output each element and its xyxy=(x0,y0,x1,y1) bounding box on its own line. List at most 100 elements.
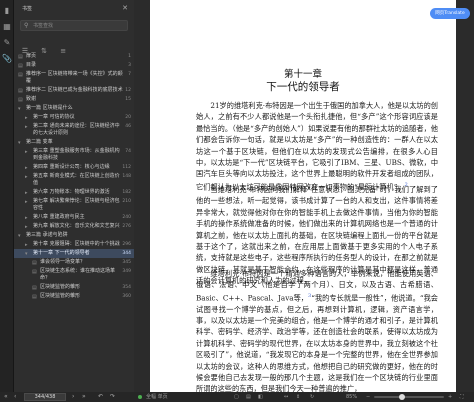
toc-item-label: 第十章 克服阻碍：区块链中的十个挑战 xyxy=(33,241,120,247)
toc-item-page: 354 xyxy=(122,285,131,290)
toc-item[interactable]: ▸ 第九章 解放文化：音乐文化和文艺复兴 276 xyxy=(14,222,134,231)
doc-icon: ▤ xyxy=(18,63,23,69)
page-navigation: « ‹ 344/438 › » ↶ ↷ xyxy=(0,392,134,402)
bookmark-search-input[interactable] xyxy=(33,21,125,30)
chevron-right-icon[interactable]: ▸ xyxy=(25,149,28,156)
status-bar: 全幅 单页 ▢ ▤ ◧ ↔ ⇕ ↻ 85% − + ⛶ xyxy=(134,392,474,402)
zoom-in-icon[interactable]: + xyxy=(448,393,452,401)
zoom-slider[interactable] xyxy=(374,394,444,400)
continuous-page-icon[interactable]: ▤ xyxy=(246,393,251,401)
fit-width-icon[interactable]: ↔ xyxy=(284,393,288,401)
bookmark-sidebar: 书签 ✕ ⚲ ☰ ⇅ ≡ ▤扉页1▤目录3▤推荐序一 区块链将带来一场《失控》式… xyxy=(14,0,134,392)
chevron-right-icon[interactable]: ▸ xyxy=(25,190,28,197)
toc-item-page: 15 xyxy=(125,97,131,102)
toc-item[interactable]: ▤ 区块链生态系统：谁在推动这场革命？ 349 xyxy=(14,267,134,283)
toc-item[interactable]: ▾ 第二篇 变革 xyxy=(14,138,134,147)
toc-item[interactable]: ▾ 第一篇 区块链是什么 xyxy=(14,104,134,113)
next-page-icon[interactable]: › xyxy=(72,393,74,401)
toc-item-page: 360 xyxy=(122,294,131,299)
zoom-level: 85% xyxy=(346,394,358,400)
back-icon[interactable]: ↶ xyxy=(98,393,103,401)
toc-item[interactable]: ▸ 第二章 通向未来的途径：区块链经济中的七大设计原则 46 xyxy=(14,122,134,138)
bookmark-search: ⚲ xyxy=(20,20,128,31)
fit-page-icon[interactable]: ⇕ xyxy=(296,393,300,401)
toc-item[interactable]: ▤ 扉页 1 xyxy=(14,52,134,61)
chevron-right-icon[interactable]: ▸ xyxy=(25,165,28,172)
toc-item-page: 240 xyxy=(122,215,131,220)
attachment-icon[interactable]: 📎 xyxy=(2,54,12,64)
toc-item[interactable]: ▾ 第三篇 承诺与陷阱 xyxy=(14,231,134,240)
toc-item-label: 目录 xyxy=(26,62,37,68)
bookmark-icon[interactable]: ▮ xyxy=(2,6,12,16)
toc-item-label: 第二篇 变革 xyxy=(26,139,53,145)
doc-icon: ▤ xyxy=(32,294,37,300)
rotate-icon[interactable]: ↻ xyxy=(310,393,314,401)
toc-item[interactable]: ▤ 致谢 15 xyxy=(14,95,134,104)
fullscreen-icon[interactable]: ⛶ xyxy=(460,393,464,401)
chapter-number: 第十一章 xyxy=(283,69,322,80)
chevron-down-icon[interactable]: ▾ xyxy=(25,251,28,258)
chevron-down-icon[interactable]: ▾ xyxy=(18,140,21,147)
toc-item[interactable]: ▾ 第十一章 下一代的领导者 344 xyxy=(14,249,134,258)
chevron-right-icon[interactable]: ▸ xyxy=(25,224,28,231)
toc-item[interactable]: ▸ 第八章 重建政府与民主 240 xyxy=(14,213,134,222)
doc-icon: ▤ xyxy=(18,54,23,60)
zoom-out-icon[interactable]: − xyxy=(366,393,370,401)
toc-item[interactable]: ▤ 谁会领导一场变革？ 345 xyxy=(14,258,134,267)
single-page-icon[interactable]: ▢ xyxy=(234,393,239,401)
two-page-icon[interactable]: ◧ xyxy=(258,393,263,401)
toc-item[interactable]: ▸ 第十章 克服阻碍：区块链中的十个挑战 296 xyxy=(14,240,134,249)
toc-item-label: 第二章 通向未来的途径：区块链经济中的七大设计原则 xyxy=(33,123,120,136)
first-page-icon[interactable]: « xyxy=(4,393,8,401)
toc-item[interactable]: ▤ 推荐序一 区块链将带来一场《失控》式的颠覆 7 xyxy=(14,70,134,86)
paragraph: 维塔利克·布特因是一个精通多种语言的人，举例来说，他能使用英语、俄语、法语、中文… xyxy=(196,269,438,392)
chevron-right-icon[interactable]: ▸ xyxy=(25,199,28,206)
toc-item[interactable]: ▸ 第七章 解决繁荣悖论：区块链与经济包容性 210 xyxy=(14,197,134,213)
document-viewer[interactable]: 第十一章 下一代的领导者 21岁的维塔利克·布特因是一个出生于俄国的加拿大人，他… xyxy=(134,0,474,392)
prev-page-icon[interactable]: ‹ xyxy=(14,393,16,401)
doc-icon: ▤ xyxy=(18,88,23,94)
translate-button[interactable]: 网页Translate xyxy=(430,8,470,19)
toc-item-page: 1 xyxy=(128,54,131,59)
toc-item[interactable]: ▸ 第五章 新商业模式：在区块链上创造价值 148 xyxy=(14,172,134,188)
close-icon[interactable]: ✕ xyxy=(120,3,130,13)
toc-item-page: 349 xyxy=(122,269,131,274)
toc-item[interactable]: ▤ 推荐序二 区块链已成为金融科技的底层技术 12 xyxy=(14,86,134,95)
toc-item[interactable]: ▸ 第三章 重塑金融服务市场：从金融机构到金融科技 74 xyxy=(14,147,134,163)
toc-item-page: 46 xyxy=(125,124,131,129)
zoom-slider-thumb[interactable] xyxy=(398,394,405,400)
doc-icon: ▤ xyxy=(32,285,37,291)
annotation-icon[interactable]: ✎ xyxy=(2,38,12,48)
toc-item[interactable]: ▤ 目录 3 xyxy=(14,61,134,70)
toc-item[interactable]: ▤ 区块链监管的雏形 360 xyxy=(14,292,134,301)
document-page: 第十一章 下一代的领导者 21岁的维塔利克·布特因是一个出生于俄国的加拿大人，他… xyxy=(150,0,456,392)
chapter-title: 下一代的领导者 xyxy=(266,81,340,93)
chevron-right-icon[interactable]: ▸ xyxy=(25,115,28,122)
toc-item[interactable]: ▸ 第一章 可信的协议 20 xyxy=(14,113,134,122)
toc-item[interactable]: ▸ 第六章 万物账本：物理世界的激活 182 xyxy=(14,188,134,197)
chevron-right-icon[interactable]: ▸ xyxy=(25,124,28,131)
doc-icon: ▤ xyxy=(32,260,37,266)
toc-item-label: 第三章 重塑金融服务市场：从金融机构到金融科技 xyxy=(33,148,120,161)
toc-item[interactable]: ▤ 区块链监管的雏形 354 xyxy=(14,283,134,292)
last-page-icon[interactable]: » xyxy=(82,393,86,401)
toc-item-page: 296 xyxy=(122,242,131,247)
chevron-right-icon[interactable]: ▸ xyxy=(25,174,28,181)
chevron-right-icon[interactable]: ▸ xyxy=(25,215,28,222)
toc-item-page: 148 xyxy=(122,174,131,179)
doc-icon: ▤ xyxy=(18,72,23,78)
toc-item-label: 第四章 重新设计公司：核心与边缘 xyxy=(33,164,110,170)
toc-item[interactable]: ▸ 第四章 重新设计公司：核心与边缘 112 xyxy=(14,163,134,172)
toc-item-label: 扉页 xyxy=(26,53,37,59)
toc-item-label: 区块链监管的雏形 xyxy=(40,293,81,299)
page-number-field[interactable]: 344/438 xyxy=(24,393,66,401)
chevron-down-icon[interactable]: ▾ xyxy=(18,106,21,113)
paragraph: 21岁的维塔利克·布特因是一个出生于俄国的加拿大人，他是以太坊的创始人，之前有不… xyxy=(196,101,439,192)
forward-icon[interactable]: ↷ xyxy=(110,393,115,401)
toc-item-label: 第十一章 下一代的领导者 xyxy=(33,250,90,256)
chevron-down-icon[interactable]: ▾ xyxy=(18,233,21,240)
thumbnail-icon[interactable]: ▦ xyxy=(2,22,12,32)
chevron-right-icon[interactable]: ▸ xyxy=(25,242,28,249)
toc-item-page: 12 xyxy=(125,88,131,93)
toc-item-label: 第九章 解放文化：音乐文化和文艺复兴 xyxy=(33,223,120,229)
